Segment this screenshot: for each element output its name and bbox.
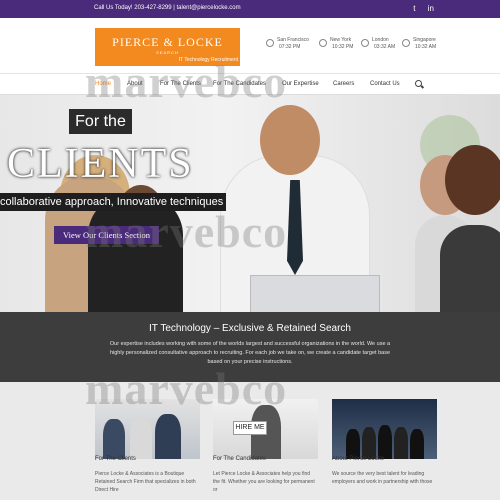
view-clients-button[interactable]: View Our Clients Section bbox=[54, 226, 159, 244]
logo-sub: SEARCH bbox=[156, 50, 179, 55]
linkedin-icon[interactable]: in bbox=[428, 4, 434, 13]
hero-tagline: collaborative approach, Innovative techn… bbox=[0, 193, 226, 211]
person-image bbox=[445, 145, 500, 215]
person-image bbox=[88, 195, 183, 312]
intro-band: IT Technology – Exclusive & Retained Sea… bbox=[0, 312, 500, 382]
clock-time: 10:32 PM bbox=[332, 44, 354, 50]
intro-description: Our expertise includes working with some… bbox=[109, 341, 391, 365]
card-title[interactable]: About Pierce Locke bbox=[332, 456, 437, 462]
intro-title: IT Technology – Exclusive & Retained Sea… bbox=[149, 323, 351, 334]
card-image[interactable]: HIRE ME bbox=[213, 399, 318, 459]
card-image[interactable] bbox=[332, 399, 437, 459]
clock-icon bbox=[361, 39, 369, 47]
clock-icon bbox=[266, 39, 274, 47]
feature-cards: For The Clients Pierce Locke & Associate… bbox=[0, 382, 500, 500]
card-description: We source the very best talent for leadi… bbox=[332, 471, 433, 485]
clock-time: 07:32 PM bbox=[279, 44, 301, 50]
nav-item-contact[interactable]: Contact Us bbox=[370, 81, 400, 87]
clock-time: 10:32 AM bbox=[415, 44, 437, 50]
social-links: t in bbox=[403, 4, 434, 13]
clock-city: London bbox=[372, 37, 389, 43]
twitter-icon[interactable]: t bbox=[413, 4, 415, 13]
logo[interactable]: PIERCE & LOCKE SEARCH IT Technology Recr… bbox=[95, 28, 240, 66]
card-description: Pierce Locke & Associates is a Boutique … bbox=[95, 471, 196, 493]
logo-tagline: IT Technology Recruitment bbox=[178, 57, 238, 63]
header: PIERCE & LOCKE SEARCH IT Technology Recr… bbox=[0, 18, 500, 73]
hero-clients-heading: CLIENTS bbox=[7, 141, 194, 187]
laptop-image bbox=[250, 275, 380, 312]
clock-time: 03:32 AM bbox=[374, 44, 396, 50]
nav-item-expertise[interactable]: Our Expertise bbox=[282, 81, 319, 87]
main-nav: Home About For The Clients For The Candi… bbox=[0, 73, 500, 95]
contact-info[interactable]: Call Us Today! 203-427-8299 | talent@pie… bbox=[94, 5, 241, 11]
clock-icon bbox=[319, 39, 327, 47]
person-image bbox=[260, 105, 320, 175]
nav-item-about[interactable]: About bbox=[127, 81, 143, 87]
top-bar: Call Us Today! 203-427-8299 | talent@pie… bbox=[0, 0, 500, 18]
hero-for-text: For the bbox=[69, 109, 132, 134]
card-title[interactable]: For The Clients bbox=[95, 456, 200, 462]
card-description: Let Pierce Locke & Associates help you f… bbox=[213, 471, 315, 493]
world-clocks: San Francisco 07:32 PM New York 10:32 PM… bbox=[266, 34, 446, 58]
clock-city: San Francisco bbox=[277, 37, 309, 43]
clock-city: New York bbox=[330, 37, 352, 43]
clock-icon bbox=[402, 39, 410, 47]
clock-singapore: Singapore 10:32 AM bbox=[402, 34, 446, 58]
nav-item-careers[interactable]: Careers bbox=[333, 81, 354, 87]
logo-name: PIERCE & LOCKE bbox=[112, 35, 223, 49]
nav-item-clients[interactable]: For The Clients bbox=[160, 81, 201, 87]
person-image bbox=[440, 225, 500, 312]
card-title[interactable]: For The Candidates bbox=[213, 456, 318, 462]
card-image[interactable] bbox=[95, 399, 200, 459]
nav-item-home[interactable]: Home bbox=[95, 81, 111, 87]
clock-san-francisco: San Francisco 07:32 PM bbox=[266, 34, 310, 58]
clock-new-york: New York 10:32 PM bbox=[319, 34, 363, 58]
nav-item-candidates[interactable]: For The Candidates bbox=[213, 81, 266, 87]
clock-city: Singapore bbox=[413, 37, 436, 43]
clock-london: London 03:32 AM bbox=[361, 34, 405, 58]
search-icon[interactable] bbox=[415, 80, 422, 87]
